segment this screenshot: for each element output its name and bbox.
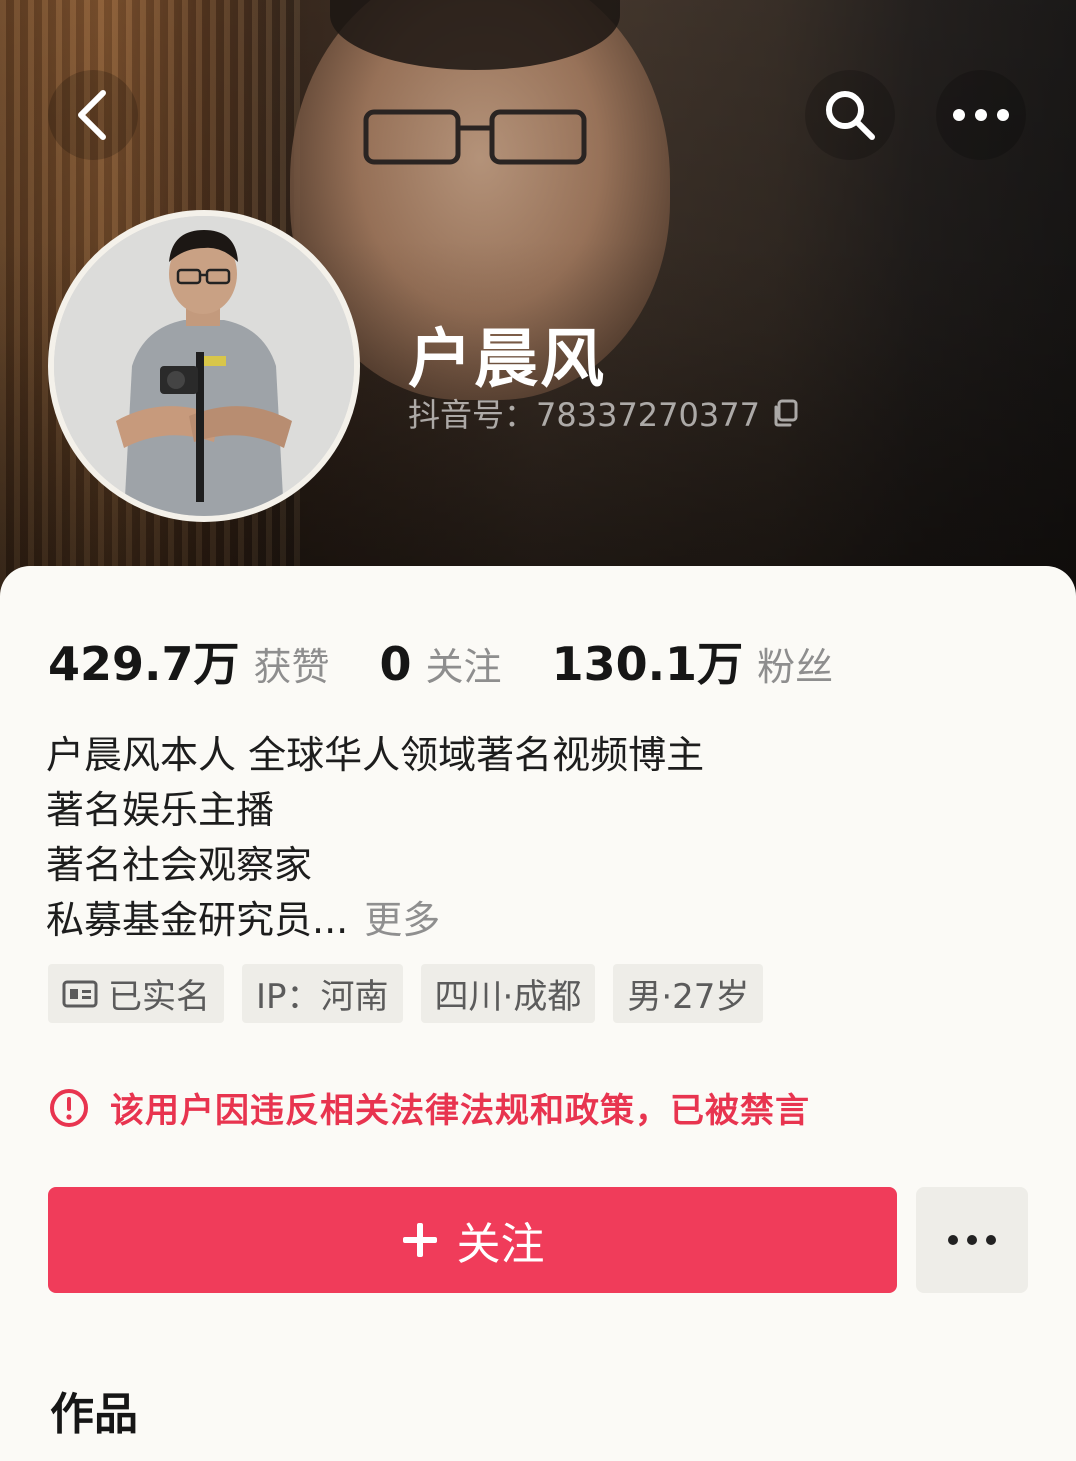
profile-tags: 已实名 IP：河南 四川·成都 男·27岁	[48, 964, 781, 1023]
bio-line-last: 私募基金研究员... 更多	[46, 893, 1006, 948]
stat-likes[interactable]: 429.7万 获赞	[48, 628, 330, 694]
tag-city[interactable]: 四川·成都	[420, 964, 596, 1023]
profile-stats: 429.7万 获赞 0 关注 130.1万 粉丝	[48, 628, 883, 694]
stat-followers[interactable]: 130.1万 粉丝	[552, 628, 834, 694]
tag-city-label: 四川·成都	[434, 977, 582, 1017]
works-section-title[interactable]: 作品	[50, 1378, 138, 1442]
chevron-left-icon	[78, 90, 106, 140]
tag-gender-age-label: 男·27岁	[627, 977, 750, 1017]
copy-icon[interactable]	[770, 398, 800, 428]
follow-button-label: 关注	[456, 1219, 545, 1270]
more-actions-button[interactable]	[916, 1187, 1028, 1293]
stat-likes-value: 429.7万	[48, 637, 240, 691]
avatar-person-illustration	[54, 216, 354, 516]
bio-line: 户晨风本人 全球华人领域著名视频博主	[46, 733, 705, 777]
back-button[interactable]	[48, 70, 138, 160]
profile-name: 户晨风	[408, 323, 606, 397]
follow-button[interactable]: 关注	[48, 1187, 897, 1293]
avatar[interactable]	[48, 210, 360, 522]
bio-line-text: 私募基金研究员...	[46, 898, 349, 942]
ban-warning-text: 该用户因违反相关法律法规和政策，已被禁言	[110, 1091, 810, 1131]
search-icon	[826, 91, 875, 140]
stat-following[interactable]: 0 关注	[380, 636, 502, 691]
tag-ip-location[interactable]: IP：河南	[242, 964, 403, 1023]
id-card-icon	[62, 980, 98, 1008]
douyin-id-row[interactable]: 抖音号：78337270377	[408, 390, 800, 436]
douyin-id-text: 抖音号：78337270377	[408, 396, 760, 434]
tag-gender-age[interactable]: 男·27岁	[613, 964, 764, 1023]
bio-line: 著名社会观察家	[46, 843, 313, 887]
bio-more-link[interactable]: 更多	[364, 898, 440, 942]
stat-followers-value: 130.1万	[551, 637, 744, 691]
tag-ip-label: IP：河南	[256, 977, 389, 1017]
stat-likes-label: 获赞	[253, 645, 330, 689]
stat-following-label: 关注	[425, 645, 502, 689]
tag-verified[interactable]: 已实名	[48, 964, 224, 1023]
bio-line: 著名娱乐主播	[46, 788, 275, 832]
plus-icon	[401, 1221, 439, 1259]
ban-warning: 该用户因违反相关法律法规和政策，已被禁言	[48, 1083, 810, 1132]
exclamation-circle-icon	[48, 1087, 90, 1129]
more-dots-icon	[953, 109, 1009, 121]
profile-bio: 户晨风本人 全球华人领域著名视频博主 著名娱乐主播 著名社会观察家 私募基金研究…	[46, 728, 1006, 948]
more-dots-icon	[948, 1235, 996, 1245]
tag-verified-label: 已实名	[108, 977, 210, 1017]
stat-following-value: 0	[379, 637, 412, 691]
search-button[interactable]	[805, 70, 895, 160]
stat-followers-label: 粉丝	[757, 645, 834, 689]
more-options-button[interactable]	[936, 70, 1026, 160]
